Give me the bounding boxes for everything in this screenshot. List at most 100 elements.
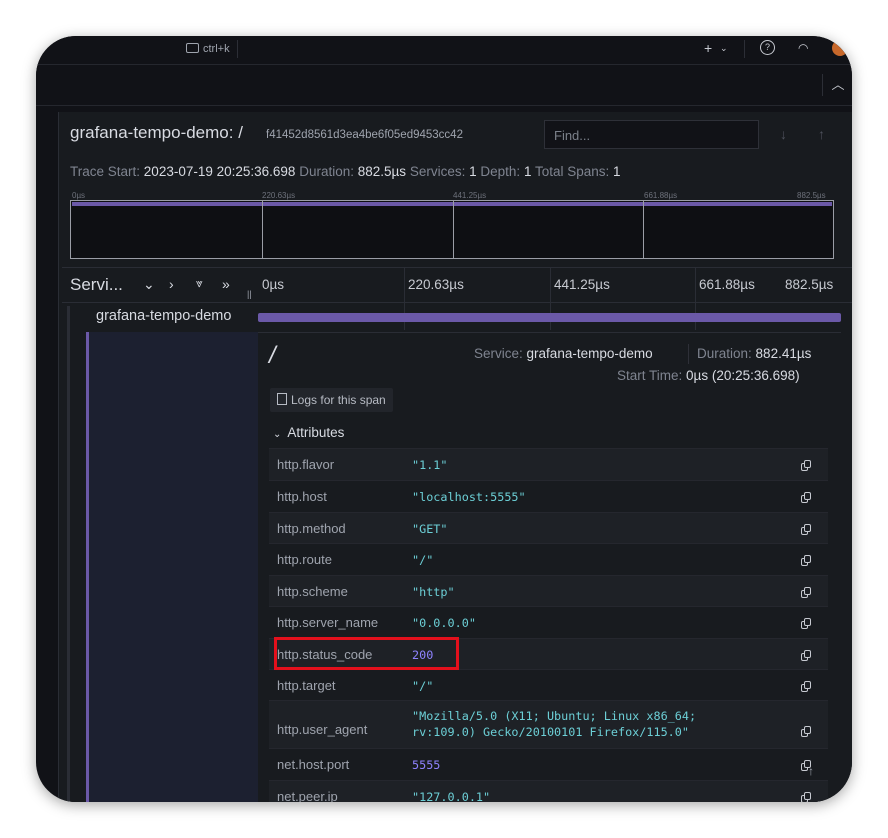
trace-service: grafana-tempo-demo: (70, 123, 234, 142)
duration-value: 882.5µs (357, 164, 407, 179)
collapse-all-chevrons-icon[interactable]: ⩔ (196, 276, 203, 291)
chevron-down-icon: ⌄ (273, 429, 282, 440)
document-icon (277, 393, 287, 405)
total-spans-value: 1 (613, 164, 621, 179)
attribute-row: http.route "/" (269, 543, 828, 575)
top-bar (36, 36, 852, 65)
keyboard-icon (186, 43, 199, 53)
copy-icon[interactable] (801, 726, 812, 737)
find-input[interactable]: Find... (544, 120, 759, 149)
find-prev-arrow-icon[interactable]: ↑ (818, 126, 825, 142)
span-start-meta: Start Time: 0µs (20:25:36.698) (617, 368, 800, 383)
minimap-gridline (262, 201, 263, 258)
span-tree-column (86, 332, 261, 802)
copy-icon[interactable] (801, 680, 812, 692)
trace-id: f41452d8561d3ea4be6f05ed9453cc42 (266, 129, 463, 141)
logs-for-span-button[interactable]: Logs for this span (270, 388, 393, 412)
trace-title: grafana-tempo-demo: / (70, 122, 243, 144)
trace-minimap[interactable] (70, 200, 834, 259)
copy-icon[interactable] (801, 555, 812, 566)
attribute-key: http.method (277, 520, 346, 536)
collapse-one-chevron-icon[interactable]: ⌄ (143, 276, 155, 293)
minimap-tick: 0µs (72, 191, 86, 200)
services-value: 1 (469, 164, 477, 179)
attribute-key: http.scheme (277, 583, 348, 599)
attribute-row: http.server_name "0.0.0.0" (269, 606, 828, 638)
expand-one-chevron-icon[interactable]: › (169, 276, 174, 292)
attribute-key: net.peer.ip (277, 789, 338, 802)
minimap-gridline (453, 201, 454, 258)
attribute-row: net.host.port 5555 (269, 748, 828, 780)
total-spans-label: Total Spans: (534, 164, 610, 179)
copy-icon[interactable] (801, 618, 812, 629)
span-duration-label: Duration: (697, 346, 752, 361)
copy-icon[interactable] (801, 492, 812, 503)
duration-label: Duration: (299, 164, 354, 179)
avatar[interactable] (832, 40, 848, 56)
attribute-key: http.server_name (277, 615, 379, 630)
trace-operation: / (238, 123, 243, 142)
timeline-tick: 441.25µs (554, 277, 610, 292)
span-duration-meta: Duration: 882.41µs (697, 346, 811, 361)
minimap-tick: 220.63µs (262, 191, 296, 200)
divider (744, 40, 745, 58)
attribute-row: http.method "GET" (269, 512, 828, 543)
attribute-key: http.user_agent (277, 722, 368, 737)
attribute-value[interactable]: "/" (412, 552, 433, 568)
attribute-key: http.host (277, 489, 327, 504)
span-service-label: Service: (474, 346, 523, 361)
attribute-value[interactable]: 5555 (412, 757, 440, 773)
span-service-value: grafana-tempo-demo (526, 346, 653, 361)
depth-value: 1 (523, 164, 532, 179)
span-duration-value: 882.41µs (755, 346, 812, 361)
expand-all-chevrons-icon[interactable]: » (222, 276, 230, 292)
attribute-key: http.target (277, 677, 336, 693)
trace-start-label: Trace Start: (70, 164, 141, 179)
minimap-span-bar (72, 202, 832, 206)
attributes-toggle[interactable]: ⌄ Attributes (273, 425, 344, 440)
attribute-value[interactable]: "/" (412, 678, 433, 694)
attribute-value[interactable]: "1.1" (412, 457, 448, 473)
trace-summary: Trace Start: 2023-07-19 20:25:36.698 Dur… (70, 164, 621, 179)
copy-icon[interactable] (801, 586, 812, 598)
copy-icon[interactable] (801, 523, 812, 535)
services-label: Services: (409, 164, 466, 179)
span-start-value: 0µs (20:25:36.698) (686, 368, 800, 383)
attribute-row: http.user_agent "Mozilla/5.0 (X11; Ubuntu… (269, 700, 828, 748)
span-row-service[interactable]: grafana-tempo-demo (96, 308, 231, 324)
attribute-value[interactable]: "localhost:5555" (412, 489, 526, 505)
copy-icon[interactable] (801, 460, 812, 471)
search-shortcut[interactable]: ctrl+k (184, 40, 238, 58)
help-circle-icon[interactable]: ? (760, 40, 775, 55)
scroll-up-arrow-icon[interactable]: ↑ (808, 764, 814, 778)
attribute-row: http.scheme "http" (269, 575, 828, 606)
plus-icon[interactable]: + (704, 38, 712, 58)
attribute-key: http.flavor (277, 457, 335, 472)
timeline-tick: 220.63µs (408, 277, 464, 292)
find-next-arrow-icon[interactable]: ↓ (780, 126, 787, 142)
minimap-tick: 441.25µs (453, 191, 487, 200)
attribute-value[interactable]: "GET" (412, 521, 448, 537)
span-operation: / (269, 342, 276, 369)
depth-label: Depth: (480, 164, 521, 179)
span-start-label: Start Time: (617, 368, 683, 383)
timeline-tick: 0µs (262, 277, 285, 292)
app-window: ctrl+k + ⌄ ? ◠ ︿ grafana-tempo-demo: / f… (36, 36, 852, 802)
rss-icon[interactable]: ◠ (798, 38, 808, 58)
divider (688, 344, 689, 364)
attribute-value[interactable]: "Mozilla/5.0 (X11; Ubuntu; Linux x86_64;… (412, 708, 696, 740)
minimap-tick: 882.5µs (797, 191, 826, 200)
span-service-meta: Service: grafana-tempo-demo (474, 346, 653, 361)
span-duration-bar[interactable] (258, 313, 841, 322)
logs-button-label: Logs for this span (291, 393, 386, 407)
attribute-row: http.host "localhost:5555" (269, 480, 828, 512)
collapse-chevron-up-icon[interactable]: ︿ (822, 74, 852, 96)
minimap-gridline (643, 201, 644, 258)
attribute-value[interactable]: "127.0.0.1" (412, 789, 490, 802)
copy-icon[interactable] (801, 792, 812, 802)
copy-icon[interactable] (801, 649, 812, 661)
chevron-down-icon[interactable]: ⌄ (720, 38, 728, 58)
attribute-value[interactable]: "http" (412, 584, 455, 600)
column-resizer-icon[interactable]: || (247, 289, 252, 299)
attribute-value[interactable]: "0.0.0.0" (412, 615, 476, 631)
